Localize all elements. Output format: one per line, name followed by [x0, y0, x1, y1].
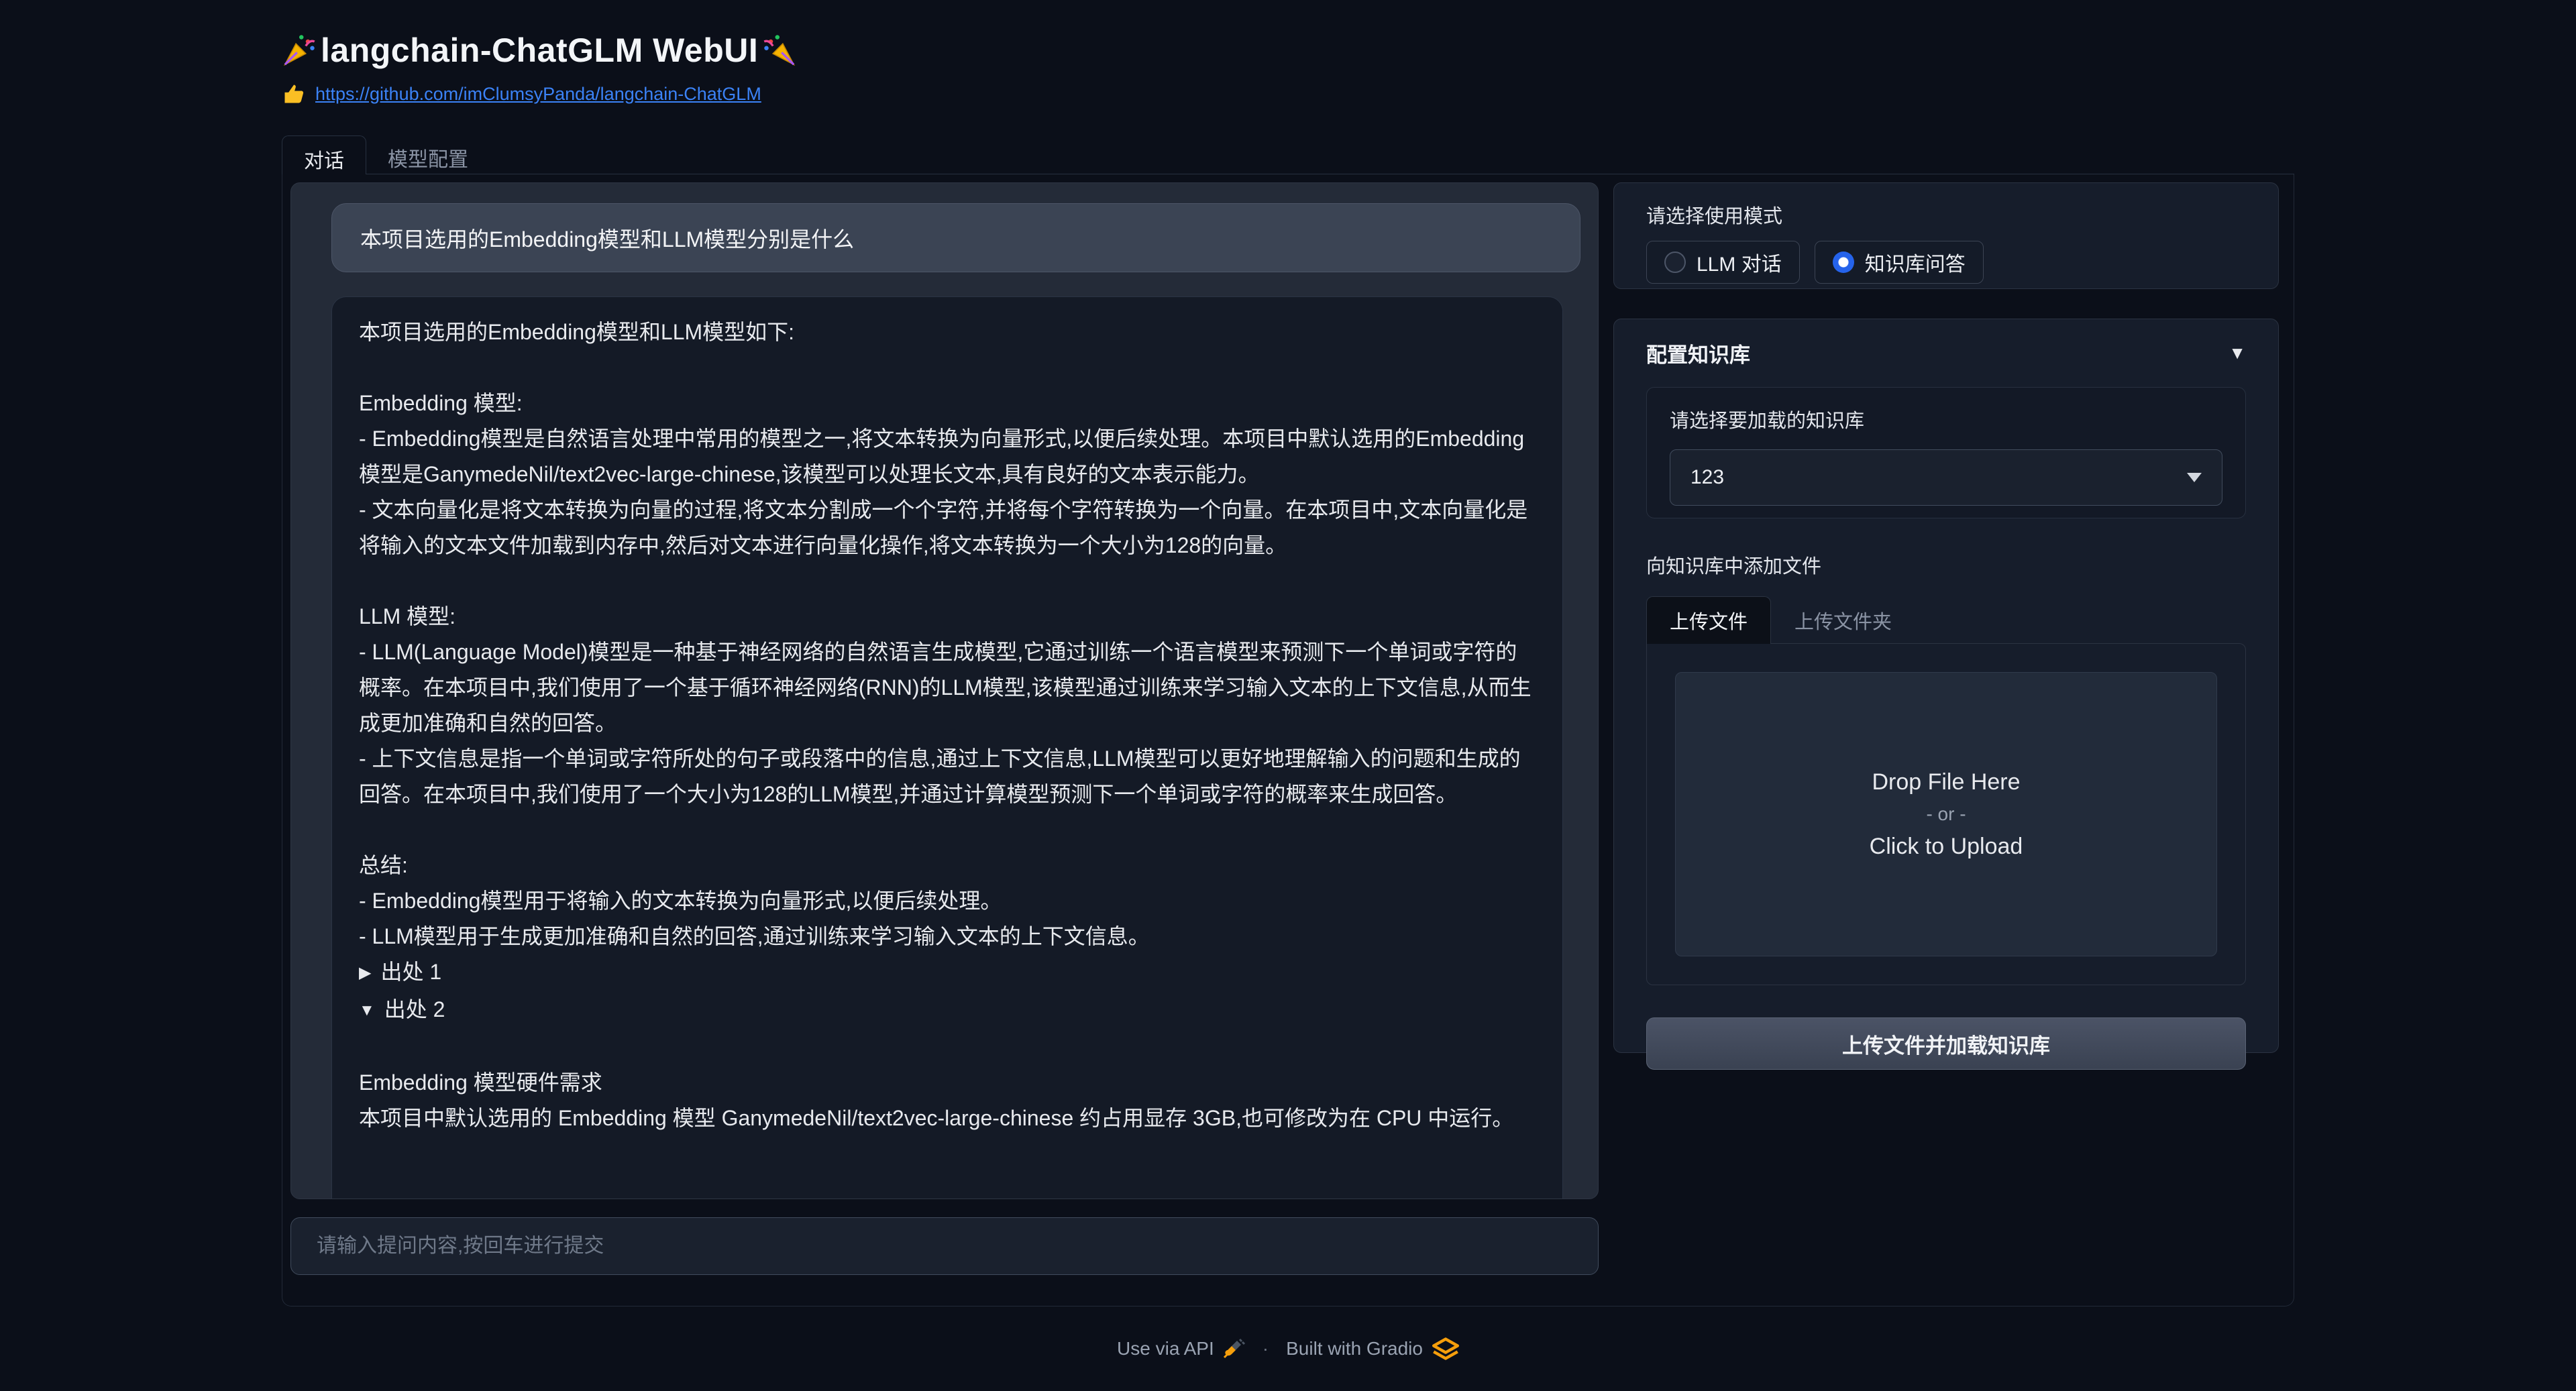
- bot-paragraph: [359, 350, 1536, 386]
- source-label: 出处 2: [384, 997, 445, 1021]
- github-link[interactable]: https://github.com/imClumsyPanda/langcha…: [315, 84, 761, 105]
- radio-icon: [1664, 252, 1686, 273]
- dropzone-line1: Drop File Here: [1872, 765, 2020, 799]
- bot-paragraph: Embedding 模型:: [359, 386, 1536, 421]
- source-toggles: ▶ 出处 1 ▼ 出处 2: [359, 954, 1536, 1030]
- upload-tab[interactable]: 上传文件夹: [1771, 596, 1915, 644]
- source-toggle[interactable]: ▼ 出处 2: [359, 992, 1536, 1030]
- bot-paragraph: - Embedding模型用于将输入的文本转换为向量形式,以便后续处理。: [359, 883, 1536, 919]
- knowledge-accordion-header[interactable]: 配置知识库 ▼: [1646, 338, 2246, 368]
- question-input[interactable]: [290, 1217, 1599, 1275]
- file-dropzone[interactable]: Drop File Here - or - Click to Upload: [1675, 672, 2217, 956]
- bot-paragraph: - LLM(Language Model)模型是一种基于神经网络的自然语言生成模…: [359, 634, 1536, 741]
- kb-select-box: 请选择要加载的知识库 123: [1646, 387, 2246, 518]
- main-tabbar: 对话 模型配置: [282, 135, 2294, 174]
- knowledge-base-group: 配置知识库 ▼ 请选择要加载的知识库 123 向知识库中添加文件 上传文件: [1613, 319, 2279, 1053]
- upload-tab[interactable]: 上传文件: [1646, 596, 1771, 644]
- bot-paragraph: - Embedding模型是自然语言处理中常用的模型之一,将文本转换为向量形式,…: [359, 421, 1536, 492]
- footer: Use via API · Built with Gradio: [0, 1337, 2576, 1360]
- bot-paragraph: 总结:: [359, 848, 1536, 883]
- dropzone-line2: - or -: [1926, 799, 1966, 830]
- footer-separator: ·: [1263, 1338, 1269, 1359]
- chat-column: 本项目选用的Embedding模型和LLM模型分别是什么 本项目选用的Embed…: [290, 182, 1599, 1298]
- kb-dropdown[interactable]: 123: [1670, 449, 2222, 506]
- user-message: 本项目选用的Embedding模型和LLM模型分别是什么: [331, 203, 1580, 272]
- bot-paragraph: 本项目选用的Embedding模型和LLM模型如下:: [359, 315, 1536, 350]
- knowledge-title: 配置知识库: [1646, 338, 1750, 368]
- source-2-content: Embedding 模型硬件需求本项目中默认选用的 Embedding 模型 G…: [359, 1030, 1536, 1136]
- source-content-line: [359, 1030, 1536, 1065]
- mode-radio-label: 知识库问答: [1865, 247, 1966, 277]
- bot-paragraph: - 上下文信息是指一个单词或字符所处的句子或段落中的信息,通过上下文信息,LLM…: [359, 741, 1536, 812]
- bot-paragraph: [359, 563, 1536, 599]
- main-tab[interactable]: 对话: [282, 135, 366, 174]
- main-content: langchain-ChatGLM WebUI https://github.c…: [282, 0, 2294, 1306]
- collapse-icon[interactable]: ▼: [2229, 343, 2246, 364]
- source-toggle[interactable]: ▶ 出处 1: [359, 954, 1536, 992]
- bot-paragraph: [359, 812, 1536, 848]
- kb-select-label: 请选择要加载的知识库: [1670, 405, 2222, 433]
- page-title: langchain-ChatGLM WebUI: [321, 31, 758, 70]
- chatbot[interactable]: 本项目选用的Embedding模型和LLM模型分别是什么 本项目选用的Embed…: [290, 182, 1599, 1199]
- mode-select-label: 请选择使用模式: [1646, 201, 2246, 229]
- dropzone-line3: Click to Upload: [1870, 830, 2023, 863]
- plug-icon: [1224, 1338, 1245, 1359]
- use-via-api-link[interactable]: Use via API: [1117, 1338, 1214, 1359]
- bot-paragraph: - LLM模型用于生成更加准确和自然的回答,通过训练来学习输入文本的上下文信息。: [359, 919, 1536, 954]
- bot-paragraph: - 文本向量化是将文本转换为向量的过程,将文本分割成一个个字符,并将每个字符转换…: [359, 492, 1536, 563]
- mode-radio-option[interactable]: 知识库问答: [1815, 241, 1984, 284]
- chevron-down-icon: [2187, 473, 2202, 482]
- source-content-line: Embedding 模型硬件需求: [359, 1065, 1536, 1101]
- main-tab[interactable]: 模型配置: [366, 135, 490, 174]
- bot-paragraph: LLM 模型:: [359, 599, 1536, 634]
- triangle-toggle-icon: ▼: [359, 993, 375, 1028]
- bot-message: 本项目选用的Embedding模型和LLM模型如下: Embedding 模型:…: [331, 296, 1563, 1199]
- mode-radio-option[interactable]: LLM 对话: [1646, 241, 1800, 284]
- mode-radio-label: LLM 对话: [1697, 247, 1782, 277]
- thumbs-up-icon: [282, 82, 306, 106]
- party-popper-icon: [282, 33, 317, 68]
- built-with-gradio-link[interactable]: Built with Gradio: [1286, 1338, 1423, 1359]
- repo-link-row: https://github.com/imClumsyPanda/langcha…: [282, 82, 2294, 106]
- page-header: langchain-ChatGLM WebUI: [282, 31, 2294, 70]
- mode-select-group: 请选择使用模式 LLM 对话 知识库问答: [1613, 182, 2279, 289]
- upload-and-load-button[interactable]: 上传文件并加载知识库: [1646, 1017, 2246, 1070]
- party-popper-icon: [762, 33, 797, 68]
- chat-tab-panel: 本项目选用的Embedding模型和LLM模型分别是什么 本项目选用的Embed…: [282, 174, 2294, 1306]
- bot-paragraphs: 本项目选用的Embedding模型和LLM模型如下: Embedding 模型:…: [359, 315, 1536, 954]
- gradio-logo-icon: [1432, 1337, 1459, 1360]
- upload-tab-content: Drop File Here - or - Click to Upload: [1646, 643, 2246, 985]
- mode-options: LLM 对话 知识库问答: [1646, 241, 2246, 284]
- upload-tabbar: 上传文件 上传文件夹: [1646, 596, 2246, 644]
- add-file-label: 向知识库中添加文件: [1646, 551, 2246, 579]
- source-content-line: 本项目中默认选用的 Embedding 模型 GanymedeNil/text2…: [359, 1101, 1536, 1136]
- sidebar: 请选择使用模式 LLM 对话 知识库问答: [1613, 182, 2279, 1298]
- kb-dropdown-value: 123: [1690, 466, 1724, 489]
- source-label: 出处 1: [380, 960, 441, 984]
- triangle-toggle-icon: ▶: [359, 955, 371, 991]
- radio-icon: [1833, 252, 1854, 273]
- user-message-text: 本项目选用的Embedding模型和LLM模型分别是什么: [360, 223, 854, 254]
